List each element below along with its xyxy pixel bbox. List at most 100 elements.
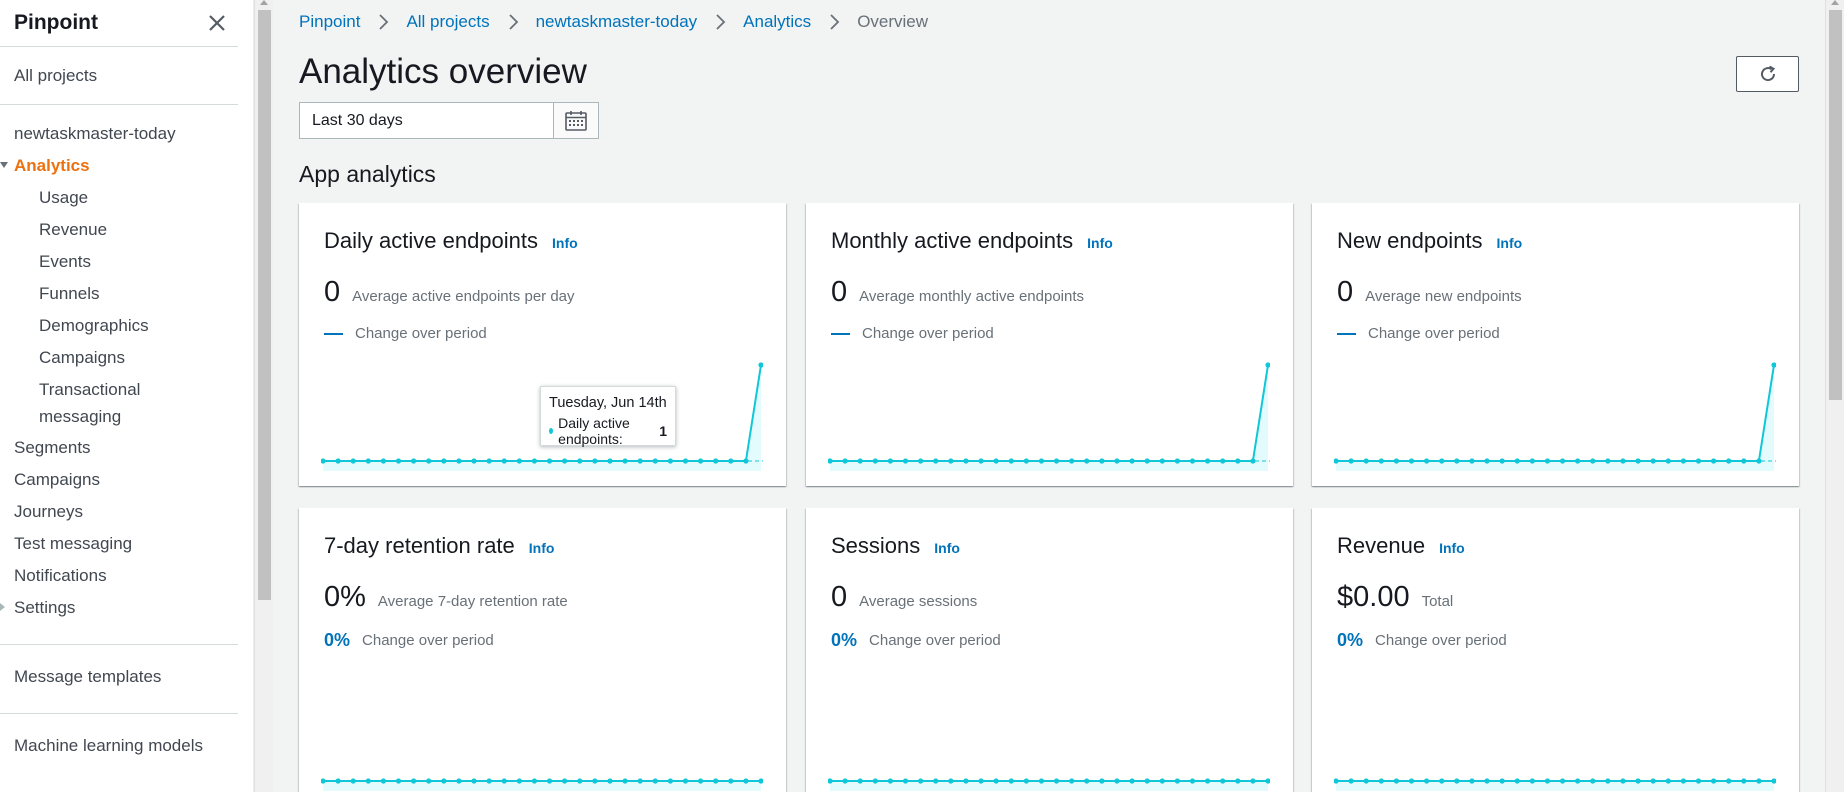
data-point[interactable] (857, 778, 863, 784)
breadcrumb-analytics[interactable]: Analytics (743, 12, 811, 32)
data-point[interactable] (1590, 778, 1596, 784)
data-point[interactable] (1378, 458, 1384, 464)
data-point[interactable] (531, 458, 538, 464)
data-point[interactable] (1605, 458, 1611, 464)
data-point[interactable] (380, 458, 387, 464)
data-point[interactable] (1544, 458, 1551, 464)
data-point[interactable] (562, 458, 568, 464)
sidebar-item-demographics[interactable]: Demographics (0, 310, 253, 342)
data-point[interactable] (1053, 778, 1060, 784)
data-point[interactable] (1099, 458, 1105, 464)
data-point[interactable] (546, 458, 553, 464)
sidebar-item-analytics[interactable]: Analytics (0, 150, 253, 182)
data-point[interactable] (1575, 778, 1581, 784)
breadcrumb-all-projects[interactable]: All projects (406, 12, 489, 32)
sidebar-item-revenue[interactable]: Revenue (0, 214, 253, 246)
page-scrollbar[interactable] (1825, 0, 1844, 792)
data-point[interactable] (1529, 778, 1535, 784)
sidebar-item-test-messaging[interactable]: Test messaging (0, 528, 253, 560)
data-point[interactable] (1529, 458, 1535, 464)
data-point[interactable] (1680, 778, 1686, 784)
data-point[interactable] (1439, 778, 1445, 784)
data-point[interactable] (1265, 362, 1270, 368)
data-point[interactable] (607, 778, 613, 784)
data-point[interactable] (1114, 458, 1120, 464)
sidebar-item-message-templates[interactable]: Message templates (0, 661, 253, 693)
data-point[interactable] (1393, 778, 1400, 784)
data-point[interactable] (1129, 458, 1135, 464)
line-chart[interactable] (828, 353, 1270, 473)
data-point[interactable] (471, 778, 477, 784)
data-point[interactable] (1348, 458, 1354, 464)
data-point[interactable] (622, 458, 628, 464)
data-point[interactable] (1099, 778, 1105, 784)
data-point[interactable] (1084, 778, 1090, 784)
line-chart[interactable] (321, 743, 763, 792)
data-point[interactable] (1129, 778, 1135, 784)
data-point[interactable] (1053, 458, 1060, 464)
data-point[interactable] (887, 778, 894, 784)
data-point[interactable] (713, 778, 719, 784)
data-point[interactable] (1680, 458, 1686, 464)
data-point[interactable] (1220, 458, 1226, 464)
data-point[interactable] (743, 778, 749, 784)
data-point[interactable] (531, 778, 538, 784)
data-point[interactable] (1454, 778, 1460, 784)
data-point[interactable] (933, 458, 939, 464)
data-point[interactable] (1650, 458, 1656, 464)
data-point[interactable] (1114, 778, 1120, 784)
data-point[interactable] (1235, 458, 1241, 464)
data-point[interactable] (1378, 778, 1384, 784)
data-point[interactable] (1726, 778, 1732, 784)
data-point[interactable] (1174, 458, 1180, 464)
data-point[interactable] (918, 778, 924, 784)
data-point[interactable] (652, 458, 658, 464)
data-point[interactable] (842, 458, 848, 464)
data-point[interactable] (872, 778, 878, 784)
data-point[interactable] (365, 458, 371, 464)
breadcrumb-project[interactable]: newtaskmaster-today (536, 12, 698, 32)
sidebar-item-ml-models[interactable]: Machine learning models (0, 730, 253, 762)
data-point[interactable] (728, 778, 734, 784)
data-point[interactable] (607, 458, 613, 464)
scroll-up-arrow-icon[interactable] (1831, 0, 1839, 5)
data-point[interactable] (1250, 458, 1256, 464)
data-point[interactable] (857, 458, 863, 464)
calendar-button[interactable] (553, 102, 599, 139)
data-point[interactable] (1710, 778, 1717, 784)
data-point[interactable] (501, 778, 507, 784)
data-point[interactable] (1756, 778, 1762, 784)
data-point[interactable] (993, 458, 999, 464)
data-point[interactable] (1665, 458, 1671, 464)
data-point[interactable] (1726, 458, 1732, 464)
data-point[interactable] (1756, 458, 1762, 464)
data-point[interactable] (1363, 778, 1369, 784)
data-point[interactable] (395, 778, 402, 784)
data-point[interactable] (1484, 458, 1490, 464)
data-point[interactable] (1741, 458, 1747, 464)
data-point[interactable] (963, 778, 969, 784)
data-point[interactable] (350, 778, 356, 784)
sidebar-item-usage[interactable]: Usage (0, 182, 253, 214)
data-point[interactable] (380, 778, 387, 784)
refresh-button[interactable] (1736, 56, 1799, 92)
info-link[interactable]: Info (1087, 235, 1113, 251)
data-point[interactable] (335, 458, 341, 464)
data-point[interactable] (743, 458, 749, 464)
sidebar-item-campaigns-analytics[interactable]: Campaigns (0, 342, 253, 374)
data-point[interactable] (1484, 778, 1490, 784)
data-point[interactable] (1620, 778, 1626, 784)
data-point[interactable] (1023, 458, 1029, 464)
data-point[interactable] (1023, 778, 1029, 784)
info-link[interactable]: Info (529, 540, 555, 556)
sidebar-item-journeys[interactable]: Journeys (0, 496, 253, 528)
data-point[interactable] (1008, 458, 1014, 464)
data-point[interactable] (918, 458, 924, 464)
data-point[interactable] (441, 778, 447, 784)
data-point[interactable] (1144, 458, 1150, 464)
data-point[interactable] (335, 778, 341, 784)
data-point[interactable] (667, 778, 673, 784)
data-point[interactable] (948, 458, 954, 464)
sidebar-item-project[interactable]: newtaskmaster-today (0, 118, 253, 150)
data-point[interactable] (902, 458, 909, 464)
